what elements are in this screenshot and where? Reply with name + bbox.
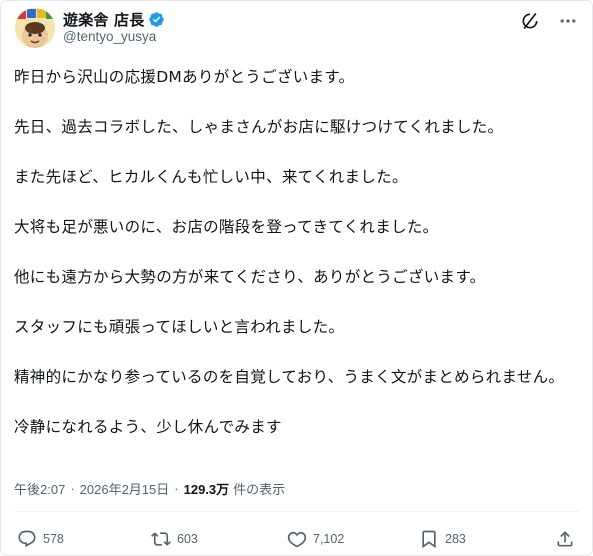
like-count: 7,102 <box>313 532 345 546</box>
view-count-label: 件の表示 <box>233 482 286 497</box>
avatar-image <box>15 8 55 48</box>
meta-separator: · <box>70 481 75 496</box>
reply-count: 578 <box>43 532 64 546</box>
tweet-paragraph: また先ほど、ヒカルくんも忙しい中、来てくれました。 <box>14 168 408 186</box>
like-button[interactable]: 7,102 <box>287 529 344 549</box>
tweet-paragraph: 大将も足が悪いのに、お店の階段を登ってきてくれました。 <box>14 218 439 236</box>
tweet-paragraph: 精神的にかなり参っているのを自覚しており、うまく文がまとめられません。 <box>14 368 565 386</box>
divider <box>14 511 579 512</box>
reply-icon <box>18 530 36 548</box>
tweet-meta: 午後2:07 · 2026年2月15日 · 129.3万 件の表示 <box>14 479 285 498</box>
meta-separator: · <box>174 481 179 496</box>
action-bar: 578 603 7,102 283 <box>17 529 577 551</box>
view-count[interactable]: 129.3万 <box>184 479 230 498</box>
tweet-paragraph: 冷静になれるよう、少し休んでみます <box>14 418 282 436</box>
bookmark-count: 283 <box>445 532 466 546</box>
tweet-date[interactable]: 2026年2月15日 <box>80 479 170 498</box>
verified-badge-icon <box>148 11 165 28</box>
tweet-time[interactable]: 午後2:07 <box>14 479 65 498</box>
retweet-count: 603 <box>177 532 198 546</box>
tweet-card: 遊楽舎 店長 @tentyo_yusya 昨日から沢山の応援DMありがとうござい… <box>0 0 593 556</box>
share-icon <box>557 531 573 547</box>
grok-icon[interactable] <box>520 11 540 31</box>
heart-icon <box>287 531 307 548</box>
tweet-text: 昨日から沢山の応援DMありがとうございます。 先日、過去コラボした、しゃまさんが… <box>14 65 584 465</box>
more-icon[interactable] <box>558 11 578 31</box>
display-name[interactable]: 遊楽舎 店長 <box>63 9 144 30</box>
share-button[interactable] <box>555 529 575 549</box>
retweet-button[interactable]: 603 <box>151 529 198 549</box>
reply-button[interactable]: 578 <box>17 529 64 549</box>
tweet-paragraph: 他にも遠方から大勢の方が来てくださり、ありがとうございます。 <box>14 268 486 286</box>
avatar[interactable] <box>15 8 55 48</box>
name-row: 遊楽舎 店長 <box>63 9 165 30</box>
tweet-paragraph: 昨日から沢山の応援DMありがとうございます。 <box>14 68 355 86</box>
header-actions <box>520 11 578 31</box>
tweet-paragraph: スタッフにも頑張ってほしいと言われました。 <box>14 318 345 336</box>
bookmark-button[interactable]: 283 <box>419 529 466 549</box>
user-handle[interactable]: @tentyo_yusya <box>63 29 156 44</box>
retweet-icon <box>151 532 171 546</box>
bookmark-icon <box>422 530 436 549</box>
tweet-paragraph: 先日、過去コラボした、しゃまさんがお店に駆けつけてくれました。 <box>14 118 504 136</box>
